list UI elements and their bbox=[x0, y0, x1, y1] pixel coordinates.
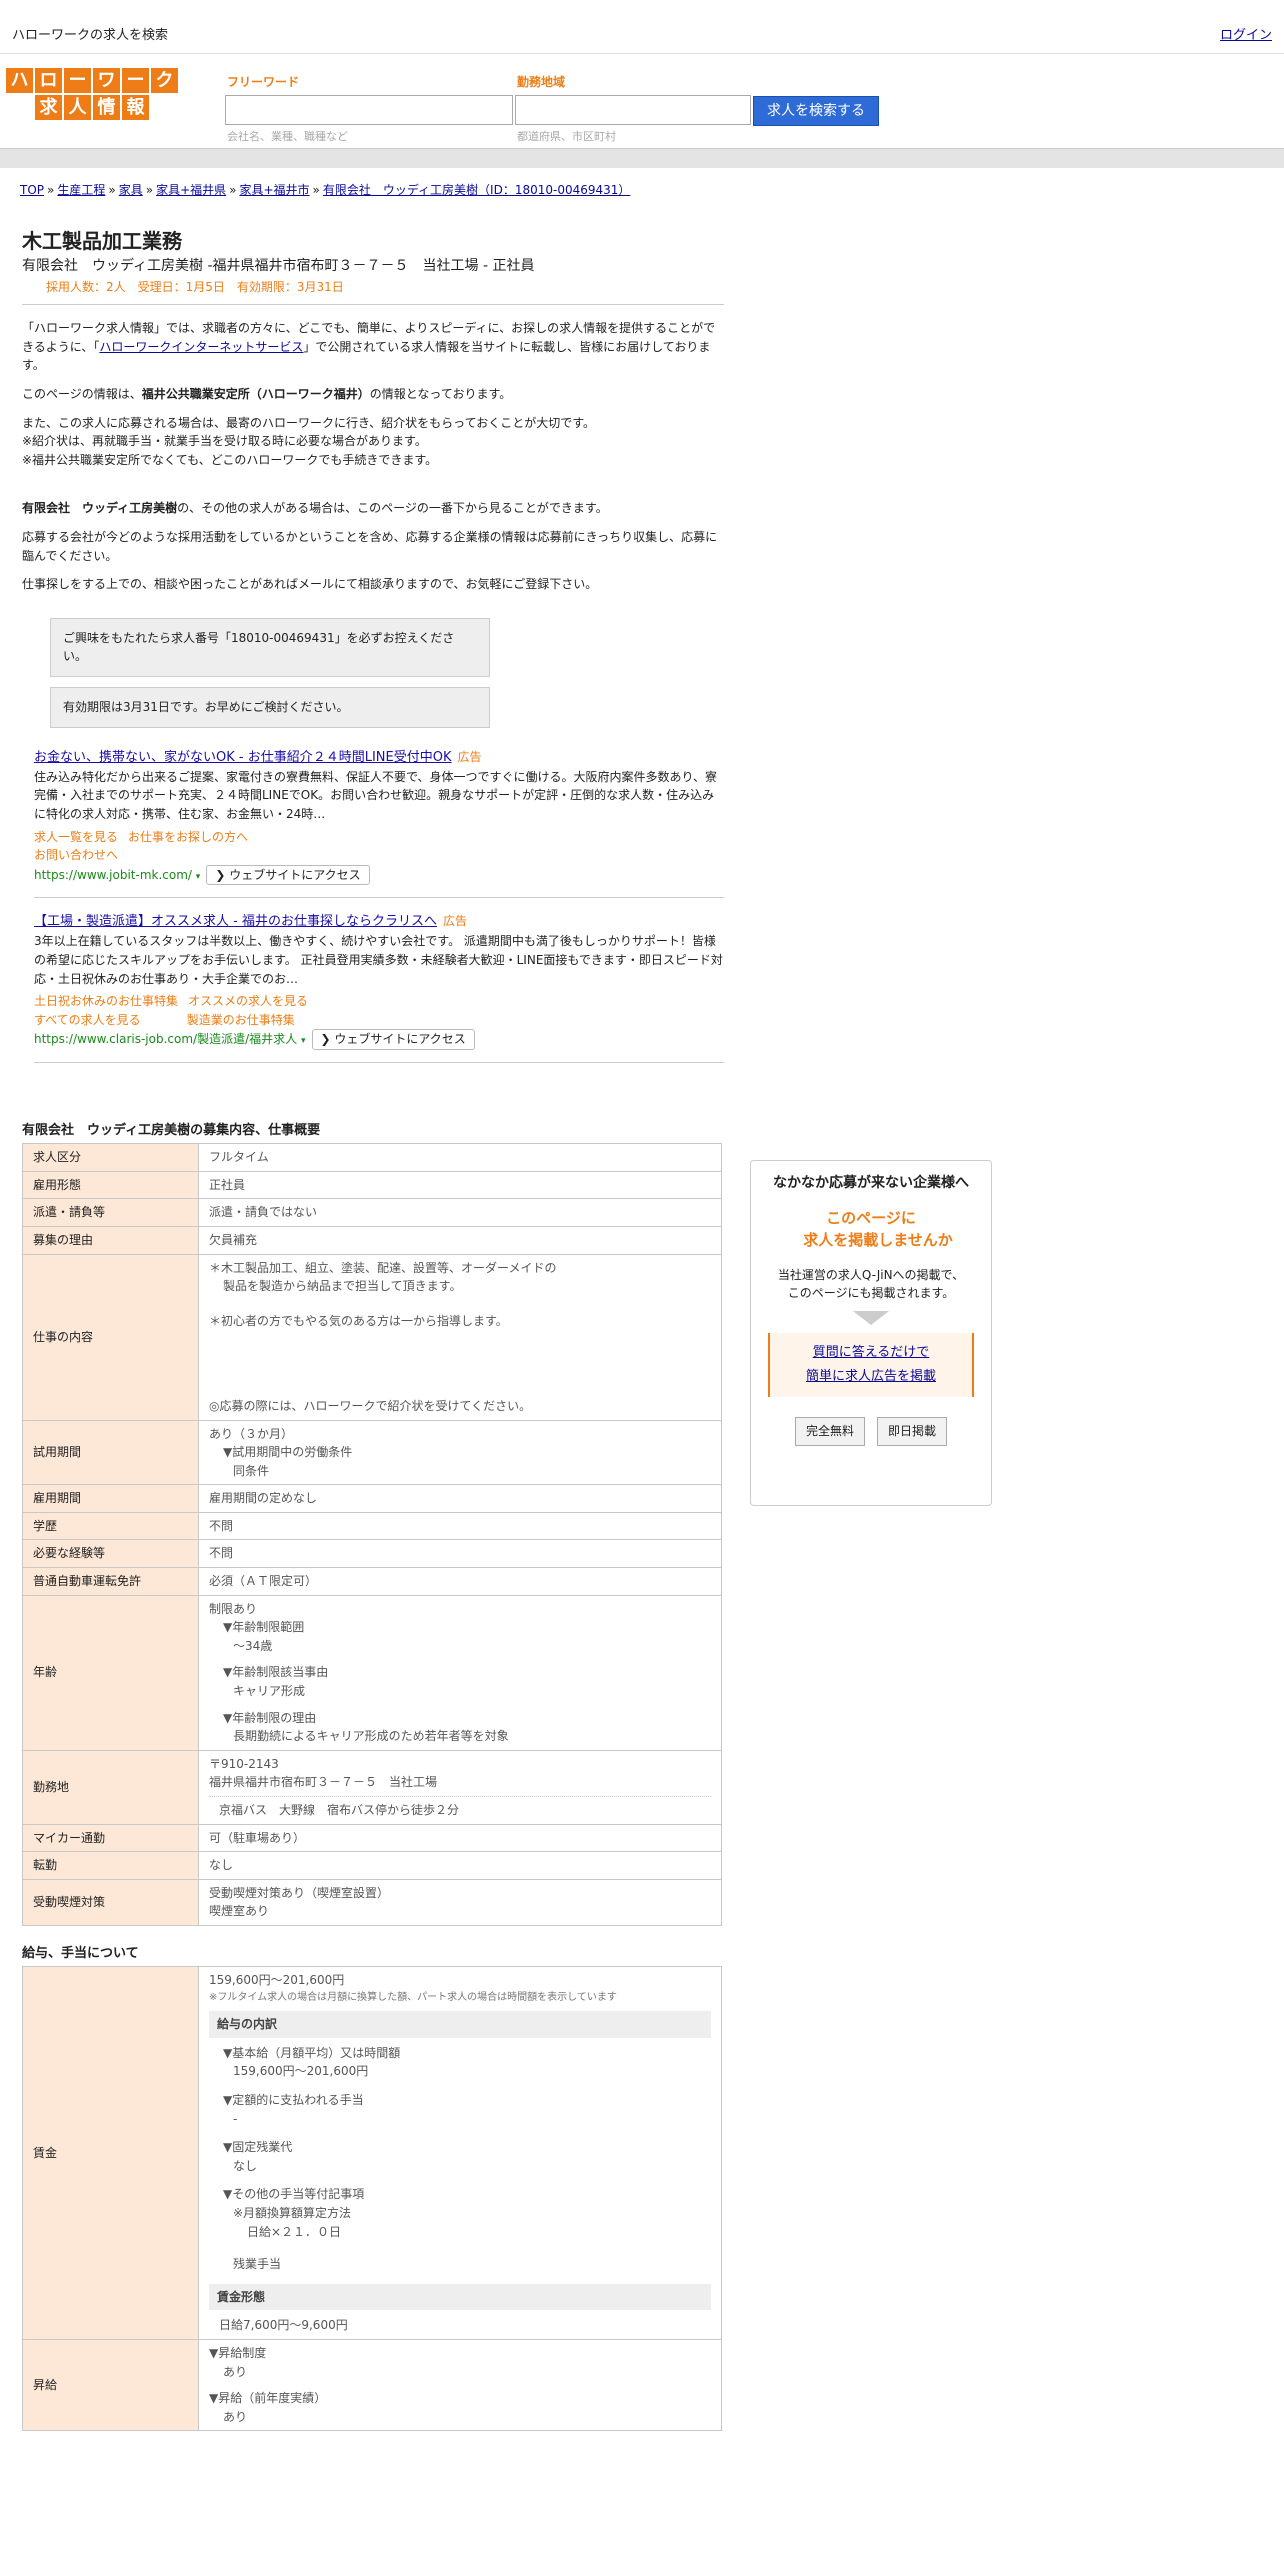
visit-website-button[interactable]: ❯ ウェブサイトにアクセス bbox=[206, 864, 370, 886]
logo-char: ハ bbox=[6, 68, 33, 93]
advertise-sidebar: なかなか応募が来ない企業様へ このページに 求人を掲載しませんか 当社運営の求人… bbox=[750, 1160, 992, 1506]
logo-char: ロ bbox=[35, 68, 62, 93]
breadcrumb-item[interactable]: 生産工程 bbox=[57, 183, 105, 197]
ad-url[interactable]: https://www.claris-job.com/製造派遣/福井求人 bbox=[34, 1032, 297, 1046]
table-row: 受動喫煙対策 受動喫煙対策あり（喫煙室設置） 喫煙室あり bbox=[22, 1878, 722, 1926]
breadcrumb-item[interactable]: 家具 bbox=[119, 183, 143, 197]
ad-url[interactable]: https://www.jobit-mk.com/ bbox=[34, 868, 192, 882]
sidebar-link-box: 質問に答えるだけで 簡単に求人広告を掲載 bbox=[768, 1332, 974, 1398]
table-row: 学歴 不問 bbox=[22, 1511, 722, 1541]
intro-note: ※紹介状は、再就職手当・就業手当を受け取る時に必要な場合があります。 bbox=[22, 434, 427, 449]
overview-table: 求人区分 フルタイム 雇用形態 正社員 派遣・請負等 派遣・請負ではない 募集の理由欠… bbox=[22, 1143, 722, 1926]
ad-sitelink[interactable]: お仕事をお探しの方へ bbox=[128, 830, 248, 844]
ad-block: 【工場・製造派遣】オススメ求人 - 福井のお仕事探しならクラリスへ 広告 3年以上… bbox=[34, 912, 724, 1063]
salary-table: 賃金 159,600円〜201,600円 ※フルタイム求人の場合は月額に換算した… bbox=[22, 1966, 722, 2432]
sidebar-promo: このページに 求人を掲載しませんか bbox=[803, 1208, 953, 1250]
intro-source: このページの情報は、福井公共職業安定所（ハローワーク福井）の情報となっております… bbox=[22, 387, 512, 402]
table-row: 仕事の内容 ＊木工製品加工、組立、塗装、配達、設置等、オーダーメイドの 製品を製… bbox=[22, 1253, 722, 1421]
login-link[interactable]: ログイン bbox=[1220, 26, 1272, 46]
deadline-note: 有効期限は3月31日です。お早めにご検討ください。 bbox=[50, 687, 490, 728]
intro-other-jobs: 有限会社 ウッディ工房美樹の、その他の求人がある場合は、このページの一番下から見… bbox=[22, 501, 608, 516]
breadcrumb-current[interactable]: 有限会社 ウッディ工房美樹（ID：18010-00469431） bbox=[323, 183, 631, 197]
intro-note: また、この求人に応募される場合は、最寄のハローワークに行き、紹介状をもらっておく… bbox=[22, 415, 596, 430]
logo-char: ー bbox=[64, 68, 91, 93]
table-row: 普通自動車運転免許 必須（ＡＴ限定可） bbox=[22, 1567, 722, 1596]
table-row: 必要な経験等 不問 bbox=[22, 1539, 722, 1569]
ad-label: 広告 bbox=[457, 749, 482, 764]
site-search-title: ハローワークの求人を検索 bbox=[12, 28, 169, 43]
ad-block: お金ない、携帯ない、家がないOK - お仕事紹介２４時間LINE受付中OK 広告 … bbox=[34, 748, 724, 899]
separator-band bbox=[0, 148, 1284, 168]
intro-paragraph: 「ハローワーク求人情報」では、求職者の方々に、どこでも、簡単に、よりスピーディに… bbox=[22, 321, 716, 373]
overview-title: 有限会社 ウッディ工房美樹の募集内容、仕事概要 bbox=[22, 1123, 321, 1138]
ad-sitelink[interactable]: オススメの求人を見る bbox=[188, 994, 308, 1008]
job-subtitle: 有限会社 ウッディ工房美樹 -福井県福井市宿布町３－７－５ 当社工場 - 正社員 bbox=[22, 258, 535, 274]
breadcrumb-top[interactable]: TOP bbox=[20, 183, 44, 197]
table-row: 昇給 ▼昇給制度 あり ▼昇給（前年度実績） あり bbox=[22, 2338, 722, 2432]
hellowork-internet-link[interactable]: ハローワークインターネットサービス bbox=[99, 340, 303, 354]
breadcrumb-item[interactable]: 家具+福井市 bbox=[239, 183, 309, 197]
sidebar-title: なかなか応募が来ない企業様へ bbox=[773, 1175, 969, 1191]
ad-text: 3年以上在籍しているスタッフは半数以上、働きやすく、続けやすい会社です。 派遣期… bbox=[34, 934, 723, 986]
table-row: 募集の理由 欠員補充 bbox=[22, 1225, 722, 1255]
logo-char: 求 bbox=[35, 95, 62, 120]
ad-sitelink[interactable]: すべての求人を見る bbox=[34, 1013, 141, 1027]
logo-char: ー bbox=[122, 68, 149, 93]
area-input[interactable] bbox=[515, 95, 751, 125]
sidebar-text: 当社運営の求人Q-JiNへの掲載で、 このページにも掲載されます。 bbox=[777, 1267, 965, 1301]
logo-char: ワ bbox=[93, 68, 120, 93]
ad-text: 住み込み特化だから出来るご提案、家電付きの寮費無料、保証人不要で、身体一つですぐ… bbox=[34, 769, 718, 821]
header: ハ ロ ー ワ ー ク 求 人 情 報 フリーワード 会社名、業種、職種など 勤… bbox=[0, 54, 1284, 150]
keyword-input[interactable] bbox=[225, 95, 513, 125]
table-row: マイカー通勤 可（駐車場あり） bbox=[22, 1823, 722, 1853]
ad-sitelink[interactable]: 製造業のお仕事特集 bbox=[187, 1013, 295, 1027]
breadcrumb: TOP» 生産工程» 家具» 家具+福井県» 家具+福井市» 有限会社 ウッディ工房美樹（… bbox=[20, 183, 631, 197]
table-row: 求人区分 フルタイム bbox=[22, 1143, 722, 1172]
job-number-note: ご興味をもたれたら求人番号「18010-00469431」を必ずお控えください。 bbox=[50, 617, 490, 677]
sidebar-link[interactable]: 質問に答えるだけで bbox=[813, 1345, 930, 1360]
table-row: 派遣・請負等 派遣・請負ではない bbox=[22, 1198, 722, 1227]
intro-advice: 応募する会社が今どのような採用活動をしているかということを含め、応募する企業様の… bbox=[22, 530, 718, 563]
area-label: 勤務地域 bbox=[517, 75, 566, 89]
table-row: 雇用形態 正社員 bbox=[22, 1170, 722, 1200]
sidebar-link[interactable]: 簡単に求人広告を掲載 bbox=[806, 1369, 936, 1384]
ad-sitelink[interactable]: お問い合わせへ bbox=[34, 848, 118, 862]
table-row: 試用期間 あり（３か月） ▼試用期間中の労働条件 同条件 bbox=[22, 1419, 722, 1486]
search-button[interactable]: 求人を検索する bbox=[753, 96, 879, 126]
logo-char: 報 bbox=[122, 95, 149, 120]
logo-char: ク bbox=[151, 68, 178, 93]
divider bbox=[22, 304, 724, 306]
table-row: 賃金 159,600円〜201,600円 ※フルタイム求人の場合は月額に換算した… bbox=[22, 1966, 722, 2340]
table-row: 転勤 なし bbox=[22, 1851, 722, 1880]
ad-title-link[interactable]: 【工場・製造派遣】オススメ求人 - 福井のお仕事探しならクラリスへ bbox=[34, 914, 437, 929]
down-arrow-icon bbox=[853, 1310, 889, 1325]
logo-char: 情 bbox=[93, 95, 120, 120]
table-row: 年齢 制限あり ▼年齢制限範囲 〜34歳 ▼年齢制限該当事由 キャリア形成 ▼年… bbox=[22, 1594, 722, 1751]
ad-title-link[interactable]: お金ない、携帯ない、家がないOK - お仕事紹介２４時間LINE受付中OK bbox=[34, 750, 452, 765]
logo-char: 人 bbox=[64, 95, 91, 120]
main-content: 木工製品加工業務 有限会社 ウッディ工房美樹 -福井県福井市宿布町３－７－５ 当… bbox=[22, 228, 724, 2432]
top-bar: ハローワークの求人を検索 ログイン bbox=[0, 0, 1284, 54]
ad-sitelink[interactable]: 求人一覧を見る bbox=[34, 830, 118, 844]
table-row: 勤務地 〒910-2143 福井県福井市宿布町３－７－５ 当社工場 京福バス 大… bbox=[22, 1749, 722, 1825]
breadcrumb-item[interactable]: 家具+福井県 bbox=[156, 183, 226, 197]
intro-note: ※福井公共職業安定所でなくても、どこのハローワークでも手続きできます。 bbox=[22, 452, 438, 467]
keyword-hint: 会社名、業種、職種など bbox=[227, 130, 348, 143]
intro-contact: 仕事探しをする上での、相談や困ったことがあればメールにて相談承りますので、お気軽… bbox=[22, 577, 598, 592]
job-meta: 採用人数：2人 受理日：1月5日 有効期限：3月31日 bbox=[46, 279, 344, 294]
same-day-button[interactable]: 即日掲載 bbox=[877, 1417, 948, 1446]
ad-label: 広告 bbox=[442, 914, 467, 929]
salary-title: 給与、手当について bbox=[22, 1945, 139, 1961]
keyword-label: フリーワード bbox=[227, 75, 300, 89]
job-title: 木工製品加工業務 bbox=[22, 229, 182, 253]
area-hint: 都道府県、市区町村 bbox=[517, 130, 616, 143]
table-row: 雇用期間 雇用期間の定めなし bbox=[22, 1484, 722, 1513]
visit-website-button[interactable]: ❯ ウェブサイトにアクセス bbox=[311, 1029, 475, 1050]
free-button[interactable]: 完全無料 bbox=[794, 1417, 865, 1446]
hellowork-logo[interactable]: ハ ロ ー ワ ー ク 求 人 情 報 bbox=[6, 68, 178, 122]
ad-sitelink[interactable]: 土日祝お休みのお仕事特集 bbox=[34, 994, 178, 1008]
